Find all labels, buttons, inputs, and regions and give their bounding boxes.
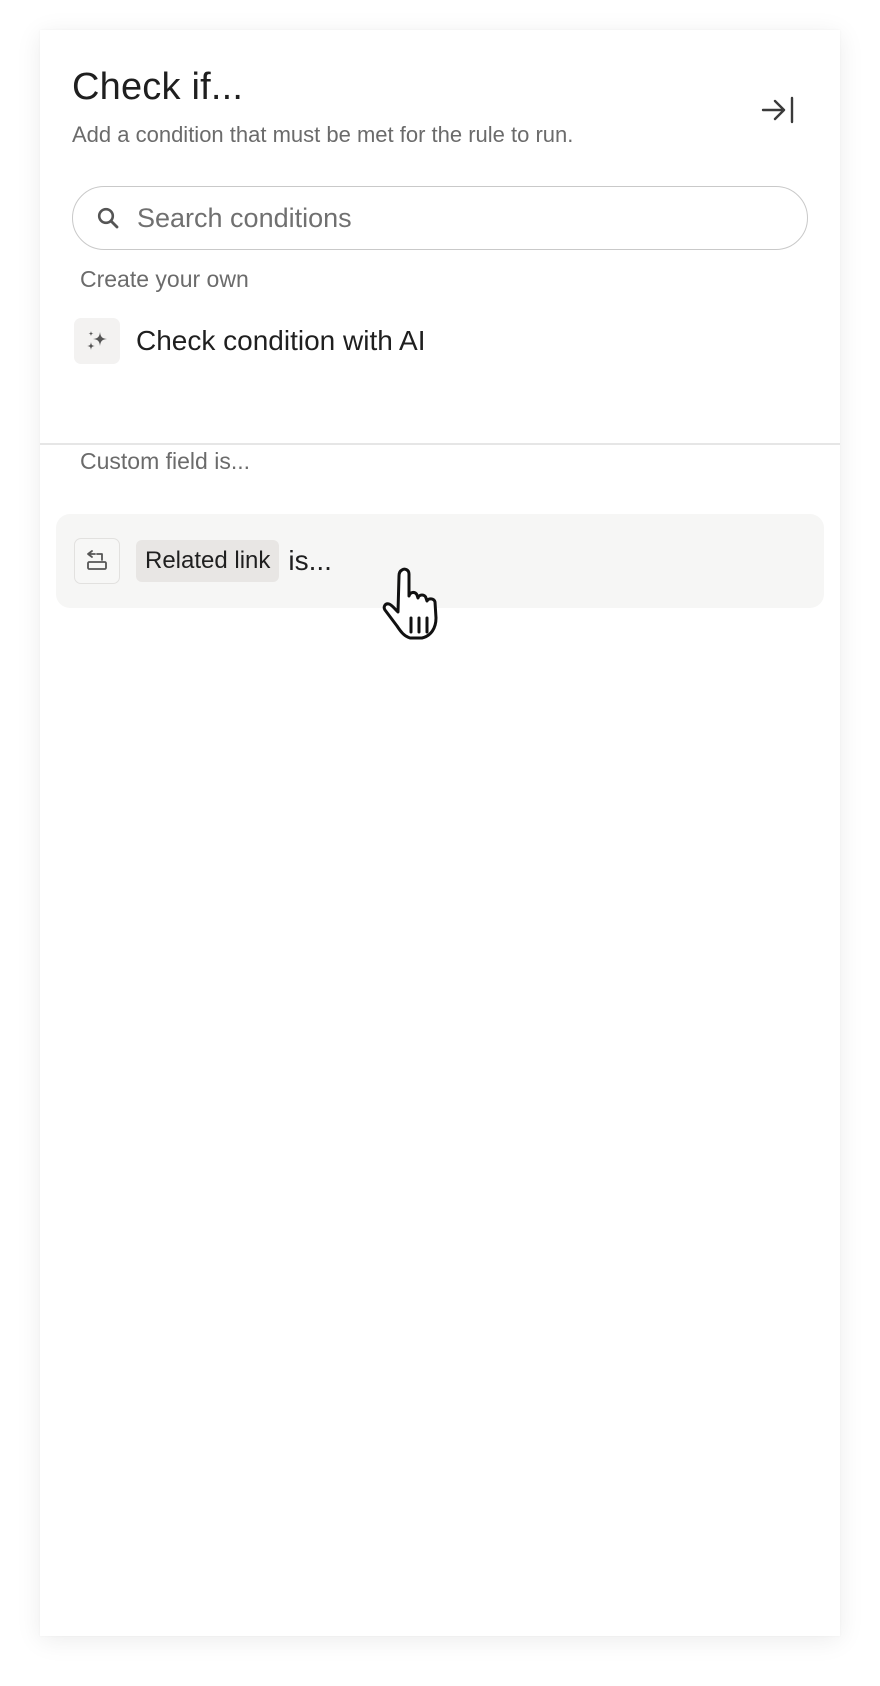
collapse-panel-button[interactable] xyxy=(756,88,800,132)
related-link-suffix: is... xyxy=(288,545,332,576)
check-condition-ai-label: Check condition with AI xyxy=(136,325,426,356)
related-link-option-content: Related link is... xyxy=(74,538,332,584)
related-link-field-icon xyxy=(74,538,120,584)
related-link-tag: Related link xyxy=(136,540,280,582)
panel-subtitle: Add a condition that must be met for the… xyxy=(72,122,574,147)
search-icon xyxy=(97,207,119,229)
panel-title: Check if... xyxy=(72,66,244,108)
custom-field-label: Custom field is... xyxy=(80,448,250,474)
create-your-own-label: Create your own xyxy=(80,266,249,292)
check-condition-ai-option[interactable]: Check condition with AI xyxy=(74,318,426,364)
section-divider xyxy=(40,443,840,445)
hand-cursor-icon xyxy=(382,567,438,640)
condition-picker-panel: Check if... Add a condition that must be… xyxy=(40,30,840,1636)
search-field[interactable] xyxy=(72,186,808,250)
collapse-right-icon xyxy=(761,96,794,124)
sparkle-icon xyxy=(74,318,120,364)
search-input[interactable] xyxy=(135,201,779,235)
